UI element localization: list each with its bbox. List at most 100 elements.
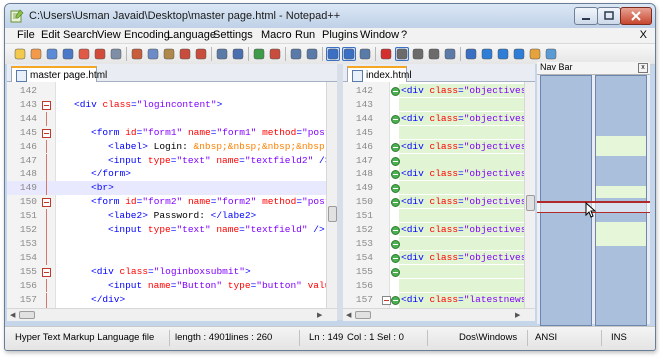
code-line[interactable]: 150 <form id="form2" name="form2" method=… [7,195,326,209]
left-hscroll-thumb[interactable] [19,311,35,319]
status-eol[interactable]: Dos\Windows [459,332,517,343]
nav-bar-close-icon[interactable]: x [638,63,648,73]
fold-toggle-icon[interactable] [42,100,51,110]
undo-button[interactable] [178,47,192,61]
tab-index[interactable]: index.html [347,66,412,83]
compare-button[interactable] [464,47,478,61]
code-line[interactable]: 153 [7,236,326,251]
indent-guide-button[interactable] [358,47,372,61]
code-line[interactable]: 155 [343,264,524,279]
sync-horizontal-button[interactable] [305,47,319,61]
left-scroll-thumb[interactable] [328,206,337,222]
menu-view[interactable]: View [97,29,121,41]
code-line[interactable]: 151 [343,209,524,223]
redo-button[interactable] [194,47,208,61]
save-macro-button[interactable] [443,47,457,61]
status-encoding[interactable]: ANSI [535,332,557,343]
right-vertical-scrollbar[interactable] [524,82,535,308]
code-line[interactable]: 143 <div class="logincontent"> [7,98,326,112]
scroll-left-icon[interactable]: ◀ [346,311,351,319]
left-horizontal-scrollbar[interactable]: ◀ ▶ [7,308,337,321]
right-scroll-thumb[interactable] [526,195,535,211]
code-line[interactable]: 154 <div class="objectivesc [343,250,524,265]
code-line[interactable]: 145 [343,125,524,140]
fold-toggle-icon[interactable] [382,295,391,305]
menu-encoding[interactable]: Encoding [124,29,170,41]
prev-diff-button[interactable] [480,47,494,61]
code-line[interactable]: 142 [7,84,326,98]
play-macro-button[interactable] [411,47,425,61]
run-macro-multiple-button[interactable] [427,47,441,61]
code-line[interactable]: 157 <div class="latestnewsr [343,292,524,307]
code-line[interactable]: 143 [343,97,524,112]
right-code-area[interactable]: 142 <div class="objectivesh 143 144 <div cla… [343,82,524,308]
code-line[interactable]: 153 [343,236,524,251]
scroll-right-icon[interactable]: ▶ [317,311,322,319]
menu-file[interactable]: File [17,29,35,41]
close-all-button[interactable] [93,47,107,61]
show-all-chars-button[interactable] [342,47,356,61]
paste-button[interactable] [162,47,176,61]
menu-language[interactable]: Language [167,29,216,41]
menu-settings[interactable]: Settings [213,29,253,41]
left-editor[interactable]: 142 143 <div class="logincontent"> 144 145 <f… [7,82,337,308]
fold-toggle-icon[interactable] [42,267,51,277]
code-line[interactable]: 146 <label> Login: &nbsp;&nbsp;&nbsp;&nbs… [7,139,326,154]
code-line[interactable]: 148 </form> [7,167,326,182]
code-line[interactable]: 142 <div class="objectivesh [343,84,524,98]
menu-search[interactable]: Search [63,29,98,41]
record-macro-button[interactable] [379,47,393,61]
code-line[interactable]: 144 [7,111,326,126]
code-line[interactable]: 144 <div class="objectivesc [343,111,524,126]
last-diff-button[interactable] [512,47,526,61]
maximize-button[interactable] [597,7,621,25]
code-line[interactable]: 149 <br> [7,181,326,196]
save-all-button[interactable] [61,47,75,61]
next-diff-button[interactable] [496,47,510,61]
close-window-button[interactable] [620,7,652,25]
menu-macro[interactable]: Macro [261,29,292,41]
copy-button[interactable] [146,47,160,61]
zoom-out-button[interactable] [268,47,282,61]
spell-check-button[interactable] [544,47,558,61]
stop-macro-button[interactable] [395,47,409,61]
code-line[interactable]: 149 [343,181,524,195]
menu-edit[interactable]: Edit [41,29,60,41]
code-line[interactable]: 156 [343,278,524,293]
doc-map-button[interactable] [528,47,542,61]
menu-run[interactable]: Run [295,29,315,41]
code-line[interactable]: 152 <div class="objectivesc [343,223,524,237]
fold-toggle-icon[interactable] [42,198,51,208]
replace-button[interactable] [231,47,245,61]
open-file-button[interactable] [29,47,43,61]
cut-button[interactable] [130,47,144,61]
fold-toggle-icon[interactable] [42,128,51,138]
code-line[interactable]: 150 <div class="objectivesc [343,195,524,209]
code-line[interactable]: 147 <input type="text" name="textfield2" … [7,153,326,168]
close-document-button[interactable]: X [640,29,647,41]
left-code-area[interactable]: 142 143 <div class="logincontent"> 144 145 <f… [7,82,326,308]
right-editor[interactable]: 142 <div class="objectivesh 143 144 <div cla… [343,82,535,308]
code-line[interactable]: 155 <div class="loginboxsubmit"> [7,265,326,279]
code-line[interactable]: 151 <labe2> Password: </labe2> [7,209,326,223]
left-vertical-scrollbar[interactable] [326,82,337,308]
print-button[interactable] [109,47,123,61]
code-line[interactable]: 157 </div> [7,292,326,307]
code-line[interactable]: 156 <input name="Button" type="button" va… [7,278,326,293]
right-horizontal-scrollbar[interactable]: ◀ ▶ [343,308,535,321]
minimize-button[interactable] [574,7,598,25]
status-insert-mode[interactable]: INS [611,332,627,343]
code-line[interactable]: 152 <input type="text" name="textfield" /… [7,223,326,237]
code-line[interactable]: 148 <div class="objectivesc [343,167,524,181]
title-bar[interactable]: C:\Users\Usman Javaid\Desktop\master pag… [5,4,655,28]
code-line[interactable]: 145 <form id="form1" name="form1" method=… [7,126,326,140]
code-line[interactable]: 147 [343,153,524,168]
menu-help[interactable]: ? [401,29,407,41]
new-file-button[interactable] [13,47,27,61]
code-line[interactable]: 146 <div class="objectivesc [343,139,524,154]
sync-vertical-button[interactable] [289,47,303,61]
code-line[interactable]: 154 [7,250,326,265]
right-hscroll-thumb[interactable] [355,311,371,319]
tab-master-page[interactable]: master page.html [11,66,107,83]
menu-window[interactable]: Window [360,29,399,41]
